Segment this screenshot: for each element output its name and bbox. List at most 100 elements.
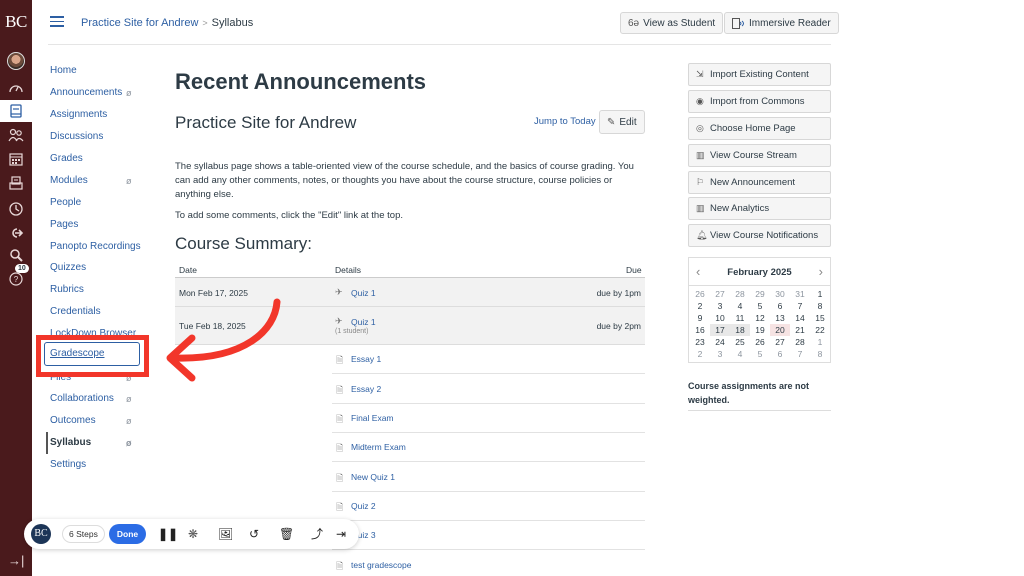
assignment-link[interactable]: Quiz 1 xyxy=(351,317,376,327)
groups-nav-item[interactable] xyxy=(0,124,32,146)
calendar-day[interactable]: 6 xyxy=(770,348,790,360)
calendar-day[interactable]: 31 xyxy=(790,288,810,300)
history-nav-item[interactable] xyxy=(0,198,32,220)
calendar-day[interactable]: 7 xyxy=(790,348,810,360)
course-nav-panopto[interactable]: Panopto Recordings xyxy=(50,240,150,254)
calendar-nav-item[interactable] xyxy=(0,148,32,170)
calendar-day[interactable]: 28 xyxy=(730,288,750,300)
calendar-day[interactable]: 25 xyxy=(730,336,750,348)
calendar-day[interactable]: 9 xyxy=(690,312,710,324)
view-course-stream-button[interactable]: ▥ View Course Stream xyxy=(688,144,831,167)
upload-icon[interactable]: ⤴ xyxy=(311,526,323,542)
calendar-day[interactable]: 16 xyxy=(690,324,710,336)
import-existing-content-button[interactable]: ⇲ Import Existing Content xyxy=(688,63,831,86)
calendar-day[interactable]: 18 xyxy=(730,324,750,336)
hamburger-menu-icon[interactable] xyxy=(50,16,64,27)
new-analytics-button[interactable]: ▥ New Analytics xyxy=(688,197,831,220)
choose-home-page-button[interactable]: ◎ Choose Home Page xyxy=(688,117,831,140)
calendar-day[interactable]: 8 xyxy=(810,300,830,312)
calendar-day[interactable]: 7 xyxy=(790,300,810,312)
delete-icon[interactable]: 🗑︎ xyxy=(279,526,294,542)
calendar-day[interactable]: 29 xyxy=(750,288,770,300)
collapse-icon[interactable]: ⇥ xyxy=(336,526,346,542)
calendar-day[interactable]: 5 xyxy=(750,300,770,312)
calendar-day[interactable]: 15 xyxy=(810,312,830,324)
commons-nav-item[interactable] xyxy=(0,222,32,244)
course-nav-discussions[interactable]: Discussions xyxy=(50,130,150,144)
done-button[interactable]: Done xyxy=(109,524,146,544)
calendar-day[interactable]: 1 xyxy=(810,288,830,300)
calendar-day[interactable]: 28 xyxy=(790,336,810,348)
calendar-day[interactable]: 30 xyxy=(770,288,790,300)
course-nav-settings[interactable]: Settings xyxy=(50,458,150,472)
view-as-student-button[interactable]: 6ə View as Student xyxy=(620,12,724,34)
course-nav-outcomes[interactable]: Outcomes ø xyxy=(50,414,150,428)
calendar-day[interactable]: 20 xyxy=(770,324,790,336)
course-nav-syllabus[interactable]: Syllabus ø xyxy=(50,436,150,450)
courses-nav-item[interactable] xyxy=(0,100,32,122)
calendar-next-button[interactable]: › xyxy=(819,264,823,279)
calendar-day[interactable]: 12 xyxy=(750,312,770,324)
calendar-day[interactable]: 8 xyxy=(810,348,830,360)
collapse-nav-button[interactable]: →| xyxy=(8,553,24,568)
course-nav-quizzes[interactable]: Quizzes xyxy=(50,261,150,275)
assignment-link[interactable]: test gradescope xyxy=(351,560,411,570)
calendar-day[interactable]: 10 xyxy=(710,312,730,324)
pause-icon[interactable]: ❚❚ xyxy=(158,526,178,542)
assignment-link[interactable]: Quiz 1 xyxy=(351,288,376,298)
course-nav-home[interactable]: Home xyxy=(50,64,150,78)
calendar-day[interactable]: 4 xyxy=(730,300,750,312)
calendar-day[interactable]: 3 xyxy=(710,348,730,360)
blur-icon[interactable]: ❋ xyxy=(188,526,198,542)
calendar-day[interactable]: 14 xyxy=(790,312,810,324)
steps-counter-button[interactable]: 6 Steps xyxy=(62,525,105,543)
course-nav-grades[interactable]: Grades xyxy=(50,152,150,166)
assignment-link[interactable]: Essay 1 xyxy=(351,354,381,364)
breadcrumb-course-link[interactable]: Practice Site for Andrew xyxy=(81,17,198,29)
calendar-day[interactable]: 6 xyxy=(770,300,790,312)
course-nav-credentials[interactable]: Credentials xyxy=(50,305,150,319)
assignment-link[interactable]: Quiz 2 xyxy=(351,501,376,511)
help-nav-item[interactable]: ? 10 xyxy=(0,264,32,290)
image-icon[interactable]: 🖼︎ xyxy=(218,526,233,542)
calendar-day[interactable]: 3 xyxy=(710,300,730,312)
jump-to-today-link[interactable]: Jump to Today xyxy=(534,116,596,127)
calendar-day[interactable]: 19 xyxy=(750,324,770,336)
undo-icon[interactable]: ↺ xyxy=(249,526,259,542)
calendar-day[interactable]: 26 xyxy=(690,288,710,300)
calendar-day[interactable]: 13 xyxy=(770,312,790,324)
calendar-day[interactable]: 1 xyxy=(810,336,830,348)
immersive-reader-button[interactable]: Immersive Reader xyxy=(724,12,839,34)
calendar-day[interactable]: 23 xyxy=(690,336,710,348)
assignment-link[interactable]: Midterm Exam xyxy=(351,442,406,452)
view-course-notifications-button[interactable]: 🔔︎ View Course Notifications xyxy=(688,224,831,247)
course-nav-people[interactable]: People xyxy=(50,196,150,210)
dashboard-nav-item[interactable] xyxy=(0,77,32,99)
calendar-day[interactable]: 11 xyxy=(730,312,750,324)
calendar-day[interactable]: 2 xyxy=(690,348,710,360)
edit-button[interactable]: ✎ Edit xyxy=(599,110,645,134)
calendar-day[interactable]: 22 xyxy=(810,324,830,336)
search-nav-item[interactable] xyxy=(0,244,32,266)
calendar-day[interactable]: 2 xyxy=(690,300,710,312)
assignment-link[interactable]: Final Exam xyxy=(351,413,394,423)
calendar-day[interactable]: 4 xyxy=(730,348,750,360)
calendar-day[interactable]: 27 xyxy=(710,288,730,300)
course-nav-assignments[interactable]: Assignments xyxy=(50,108,150,122)
course-nav-collaborations[interactable]: Collaborations ø xyxy=(50,392,150,406)
calendar-day[interactable]: 26 xyxy=(750,336,770,348)
inbox-nav-item[interactable] xyxy=(0,172,32,194)
calendar-day[interactable]: 27 xyxy=(770,336,790,348)
institution-logo[interactable]: BC xyxy=(0,12,32,32)
calendar-day[interactable]: 5 xyxy=(750,348,770,360)
calendar-day[interactable]: 21 xyxy=(790,324,810,336)
calendar-day[interactable]: 24 xyxy=(710,336,730,348)
course-nav-modules[interactable]: Modules ø xyxy=(50,174,150,188)
new-announcement-button[interactable]: ⚐ New Announcement xyxy=(688,171,831,194)
assignment-link[interactable]: New Quiz 1 xyxy=(351,472,395,482)
course-nav-announcements[interactable]: Announcements ø xyxy=(50,86,150,100)
course-nav-rubrics[interactable]: Rubrics xyxy=(50,283,150,297)
import-from-commons-button[interactable]: ◉ Import from Commons xyxy=(688,90,831,113)
calendar-day[interactable]: 17 xyxy=(710,324,730,336)
assignment-link[interactable]: Essay 2 xyxy=(351,384,381,394)
